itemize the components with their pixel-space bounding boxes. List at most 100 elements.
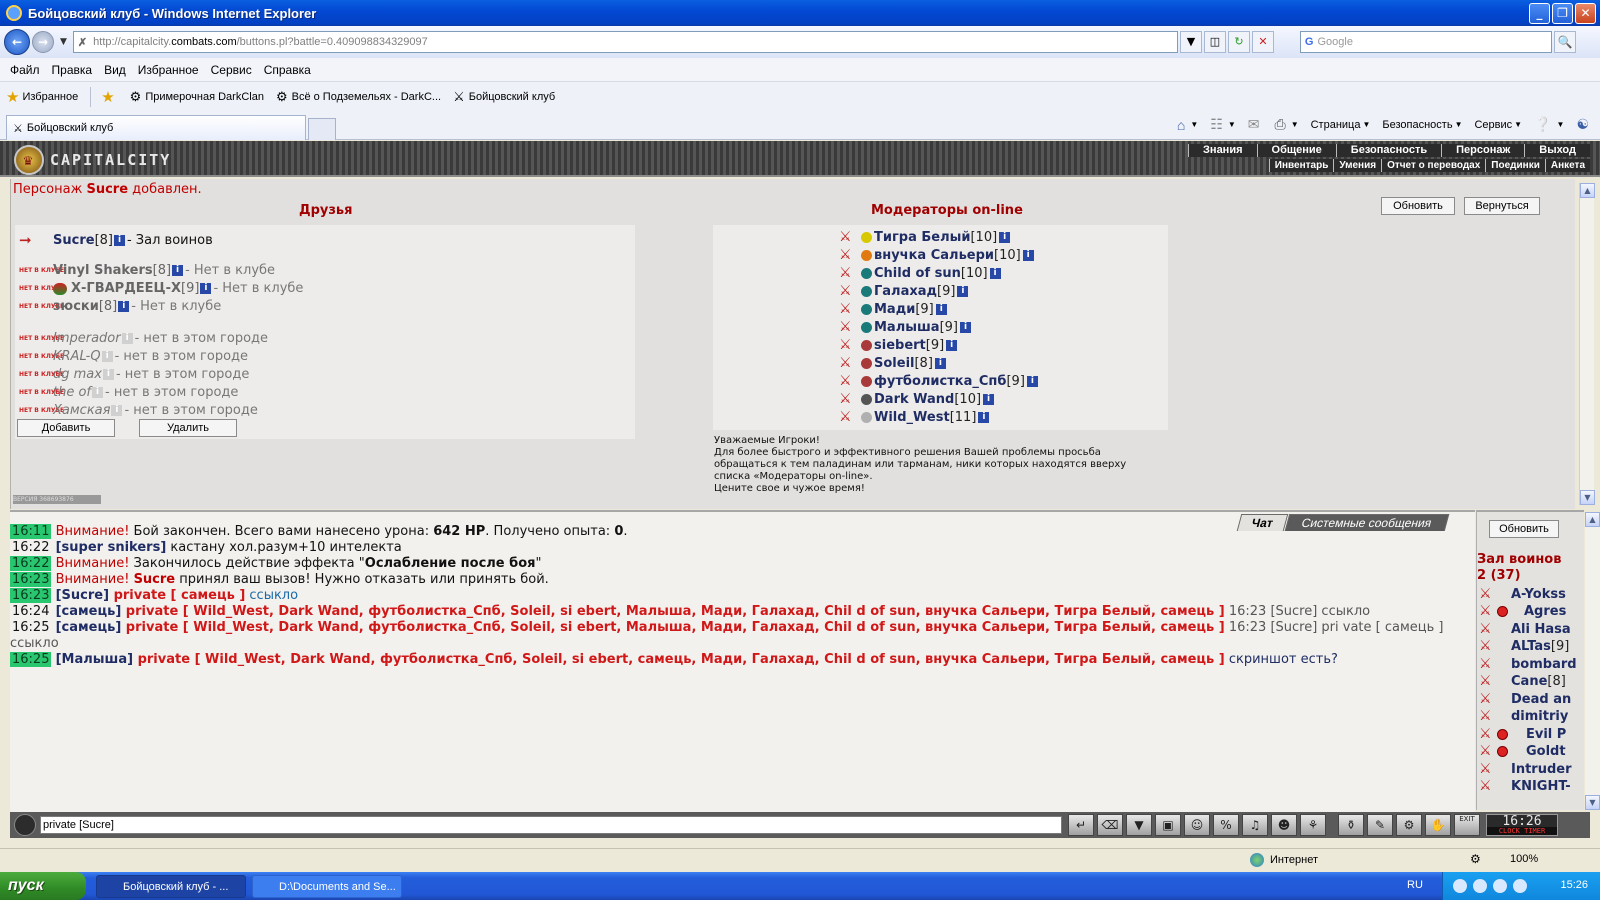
page-menu[interactable]: Страница ▼	[1311, 119, 1371, 131]
start-button[interactable]: пуск	[0, 872, 86, 900]
attack-icon[interactable]: ⚔	[839, 301, 855, 317]
attack-icon[interactable]: ⚔	[839, 391, 855, 407]
friend-name[interactable]: Sucre	[53, 233, 95, 248]
game-menu-inventory[interactable]: Инвентарь	[1268, 159, 1334, 172]
back-button-game[interactable]: Вернуться	[1464, 197, 1540, 215]
info-icon[interactable]: i	[978, 411, 990, 423]
add-favorite-button[interactable]: ★	[101, 88, 117, 106]
info-icon[interactable]: i	[989, 267, 1001, 279]
attack-icon[interactable]: ⚔	[839, 337, 855, 353]
attack-icon[interactable]: ⚔	[839, 373, 855, 389]
zoom-level[interactable]: 100%	[1510, 853, 1538, 865]
game-menu-transfers[interactable]: Отчет о переводах	[1381, 159, 1486, 172]
menu-tools[interactable]: Сервис	[211, 63, 252, 77]
game-menu-communication[interactable]: Общение	[1256, 144, 1336, 157]
friend-name[interactable]: Х-ГВАРДЕЕЦ-Х	[71, 281, 181, 296]
info-icon[interactable]: i	[113, 234, 125, 246]
game-menu-skills[interactable]: Умения	[1333, 159, 1382, 172]
info-icon[interactable]: i	[172, 265, 184, 276]
smile-icon[interactable]	[14, 814, 36, 836]
save-icon[interactable]: ▣	[1155, 814, 1181, 836]
attack-icon[interactable]: ⚔	[839, 319, 855, 335]
tools-menu[interactable]: Сервис ▼	[1474, 119, 1522, 131]
tray-icon[interactable]	[1473, 879, 1487, 893]
game-menu-profile[interactable]: Анкета	[1544, 159, 1590, 172]
protected-mode-icon[interactable]: ⚙	[1470, 852, 1481, 866]
favorites-button[interactable]: ★ Избранное	[6, 88, 78, 106]
eraser-icon[interactable]: ⌫	[1097, 814, 1123, 836]
info-icon[interactable]: i	[111, 405, 123, 416]
refresh-button[interactable]: Обновить	[1381, 197, 1455, 215]
filter-icon[interactable]: ▼	[1126, 814, 1152, 836]
online-scrollbar[interactable]: ▲ ▼	[1585, 512, 1600, 810]
tray-icon[interactable]	[1513, 879, 1527, 893]
friend-name[interactable]: Vinyl Shakers	[53, 263, 153, 278]
attack-icon[interactable]: ⚔	[1479, 743, 1497, 759]
attack-icon[interactable]: ⚔	[1479, 691, 1497, 707]
favorite-link-club[interactable]: ⚔ Бойцовский клуб	[453, 89, 555, 105]
percent-icon[interactable]: %	[1213, 814, 1239, 836]
attack-icon[interactable]: ⚔	[1479, 761, 1497, 777]
menu-help[interactable]: Справка	[264, 63, 311, 77]
scroll-up-icon[interactable]: ▲	[1585, 512, 1600, 527]
help-button[interactable]: ❔ ▼	[1534, 116, 1564, 133]
taskbar-item-ie[interactable]: Бойцовский клуб - ...	[96, 875, 246, 898]
info-icon[interactable]: i	[983, 393, 995, 405]
info-icon[interactable]: i	[200, 283, 212, 294]
menu-favorites[interactable]: Избранное	[138, 63, 199, 77]
history-dropdown-icon[interactable]: ▼	[60, 37, 67, 47]
friend-name[interactable]: dg max	[53, 367, 102, 382]
scroll-up-icon[interactable]: ▲	[1580, 183, 1595, 198]
info-icon[interactable]: i	[957, 285, 969, 297]
game-menu-exit[interactable]: Выход	[1524, 144, 1590, 157]
send-icon[interactable]: ↵	[1068, 814, 1094, 836]
add-friend-button[interactable]: Добавить	[17, 419, 115, 437]
upper-scrollbar[interactable]: ▲ ▼	[1579, 183, 1595, 505]
info-icon[interactable]: i	[92, 387, 103, 398]
game-menu-character[interactable]: Персонаж	[1441, 144, 1525, 157]
info-icon[interactable]: i	[935, 303, 947, 315]
attack-icon[interactable]: ⚔	[1479, 778, 1497, 794]
game-menu-security[interactable]: Безопасность	[1335, 144, 1442, 157]
info-icon[interactable]: i	[934, 357, 946, 369]
back-button[interactable]: ←	[4, 29, 30, 55]
friend-name[interactable]: KRAL-Q	[53, 349, 101, 364]
helmet-icon[interactable]: ⚘	[1300, 814, 1326, 836]
taskbar-item-explorer[interactable]: D:\Documents and Se...	[252, 875, 402, 898]
attack-icon[interactable]: ⚔	[1479, 708, 1497, 724]
friend-name[interactable]: the of	[53, 385, 91, 400]
exit-icon[interactable]: EXIT	[1454, 814, 1480, 836]
tab-fight-club[interactable]: ⚔ Бойцовский клуб	[6, 115, 306, 140]
attack-icon[interactable]: ⚔	[1479, 726, 1497, 742]
tray-icon[interactable]	[1453, 879, 1467, 893]
restore-button[interactable]: ❐	[1552, 3, 1573, 24]
attack-icon[interactable]: ⚔	[1479, 638, 1497, 654]
info-icon[interactable]: i	[946, 339, 958, 351]
tab-chat[interactable]: Чат	[1236, 514, 1288, 531]
info-icon[interactable]: i	[118, 301, 130, 312]
compatibility-icon[interactable]: ◫	[1203, 31, 1226, 53]
remove-friend-button[interactable]: Удалить	[139, 419, 237, 437]
new-tab-button[interactable]	[308, 118, 336, 140]
refresh-online-button[interactable]: Обновить	[1489, 520, 1559, 538]
friend-name[interactable]: Хамская	[53, 403, 110, 418]
scroll-down-icon[interactable]: ▼	[1580, 490, 1595, 505]
friend-name[interactable]: зюски	[53, 299, 99, 314]
info-icon[interactable]: i	[102, 369, 114, 380]
hand-icon[interactable]: ✋	[1425, 814, 1451, 836]
attack-icon[interactable]: ⚔	[839, 409, 855, 425]
menu-view[interactable]: Вид	[104, 63, 126, 77]
language-indicator[interactable]: RU	[1407, 879, 1423, 891]
mail-button[interactable]: ✉	[1248, 116, 1263, 133]
attack-icon[interactable]: ⚔	[1479, 603, 1497, 619]
scroll-icon[interactable]: ✎	[1367, 814, 1393, 836]
close-window-button[interactable]: ✕	[1575, 3, 1596, 24]
forward-button[interactable]: →	[32, 31, 54, 53]
url-dropdown-icon[interactable]: ▼	[1179, 31, 1202, 53]
fighter-icon[interactable]: ☺	[1184, 814, 1210, 836]
attack-icon[interactable]: ⚔	[1479, 586, 1497, 602]
attack-icon[interactable]: ⚔	[839, 229, 855, 245]
attack-icon[interactable]: ⚔	[1479, 673, 1497, 689]
menu-edit[interactable]: Правка	[52, 63, 93, 77]
info-icon[interactable]: i	[1026, 375, 1038, 387]
